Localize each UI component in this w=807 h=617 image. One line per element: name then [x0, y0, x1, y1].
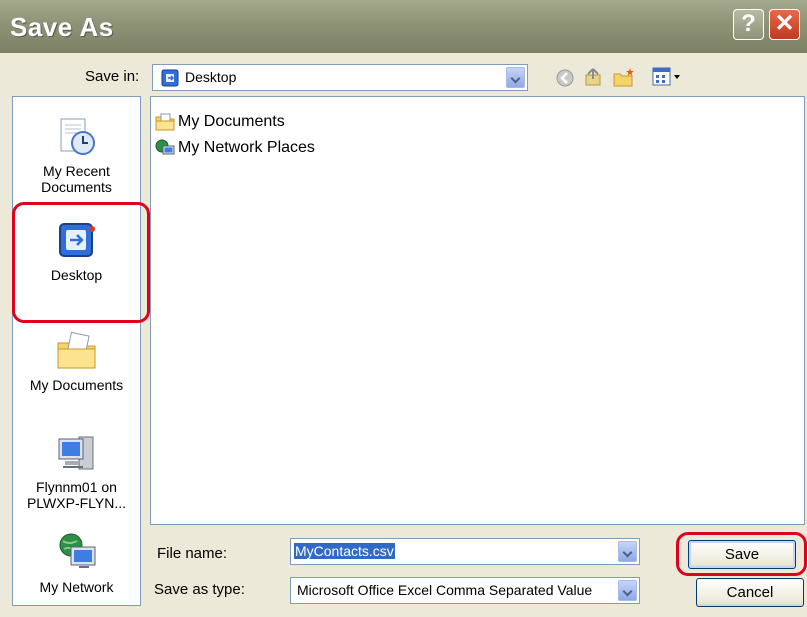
close-button[interactable]: ✕ — [769, 9, 800, 40]
save-as-dialog: Save As ? ✕ Save in: Desktop My Recent D… — [0, 0, 807, 617]
file-name-value: MyContacts.csv — [294, 543, 395, 559]
my-documents-icon — [57, 331, 95, 369]
computer-icon — [58, 436, 93, 470]
cancel-button[interactable]: Cancel — [696, 578, 804, 607]
file-list[interactable]: My Documents My Network Places — [150, 96, 805, 525]
title-bar[interactable]: Save As ? ✕ — [0, 0, 807, 53]
new-folder-icon[interactable] — [612, 66, 636, 88]
up-folder-icon[interactable] — [583, 66, 605, 88]
views-icon[interactable] — [652, 67, 682, 87]
file-name: My Documents — [178, 113, 285, 130]
back-icon[interactable] — [555, 68, 575, 88]
save-type-label: Save as type: — [154, 581, 245, 598]
place-label: My Network — [39, 579, 114, 595]
folder-documents-icon — [155, 113, 175, 131]
place-label: My Documents — [29, 377, 124, 393]
help-icon: ? — [741, 10, 756, 37]
file-name: My Network Places — [178, 139, 315, 156]
file-name-label: File name: — [157, 545, 228, 562]
chevron-down-icon[interactable] — [618, 541, 637, 562]
place-computer[interactable]: Flynnm01 on PLWXP-FLYN... — [13, 431, 140, 511]
place-recent-documents[interactable]: My Recent Documents — [13, 115, 140, 195]
close-icon: ✕ — [774, 10, 795, 37]
save-type-value: Microsoft Office Excel Comma Separated V… — [297, 582, 593, 598]
save-type-dropdown[interactable]: Microsoft Office Excel Comma Separated V… — [290, 577, 640, 604]
desktop-highlight — [12, 202, 150, 323]
place-label: My Recent Documents — [41, 163, 112, 195]
chevron-down-icon[interactable] — [618, 580, 637, 601]
desktop-small-icon — [161, 69, 179, 87]
chevron-down-icon[interactable] — [506, 67, 525, 88]
save-in-dropdown[interactable]: Desktop — [152, 64, 528, 91]
recent-documents-icon — [60, 118, 95, 155]
network-icon — [59, 533, 95, 568]
places-bar: My Recent Documents Desktop My Documents… — [12, 96, 141, 606]
window-title: Save As — [10, 12, 114, 42]
place-label: Flynnm01 on PLWXP-FLYN... — [26, 479, 127, 511]
place-my-network[interactable]: My Network — [13, 531, 140, 595]
save-in-label: Save in: — [85, 68, 140, 85]
help-button[interactable]: ? — [733, 9, 764, 40]
list-item[interactable]: My Documents — [155, 113, 285, 131]
save-highlight — [676, 532, 807, 576]
network-places-icon — [155, 139, 175, 155]
save-in-value: Desktop — [185, 69, 237, 85]
place-my-documents[interactable]: My Documents — [13, 329, 140, 393]
file-name-input[interactable]: MyContacts.csv — [290, 538, 640, 565]
list-item[interactable]: My Network Places — [155, 139, 315, 157]
